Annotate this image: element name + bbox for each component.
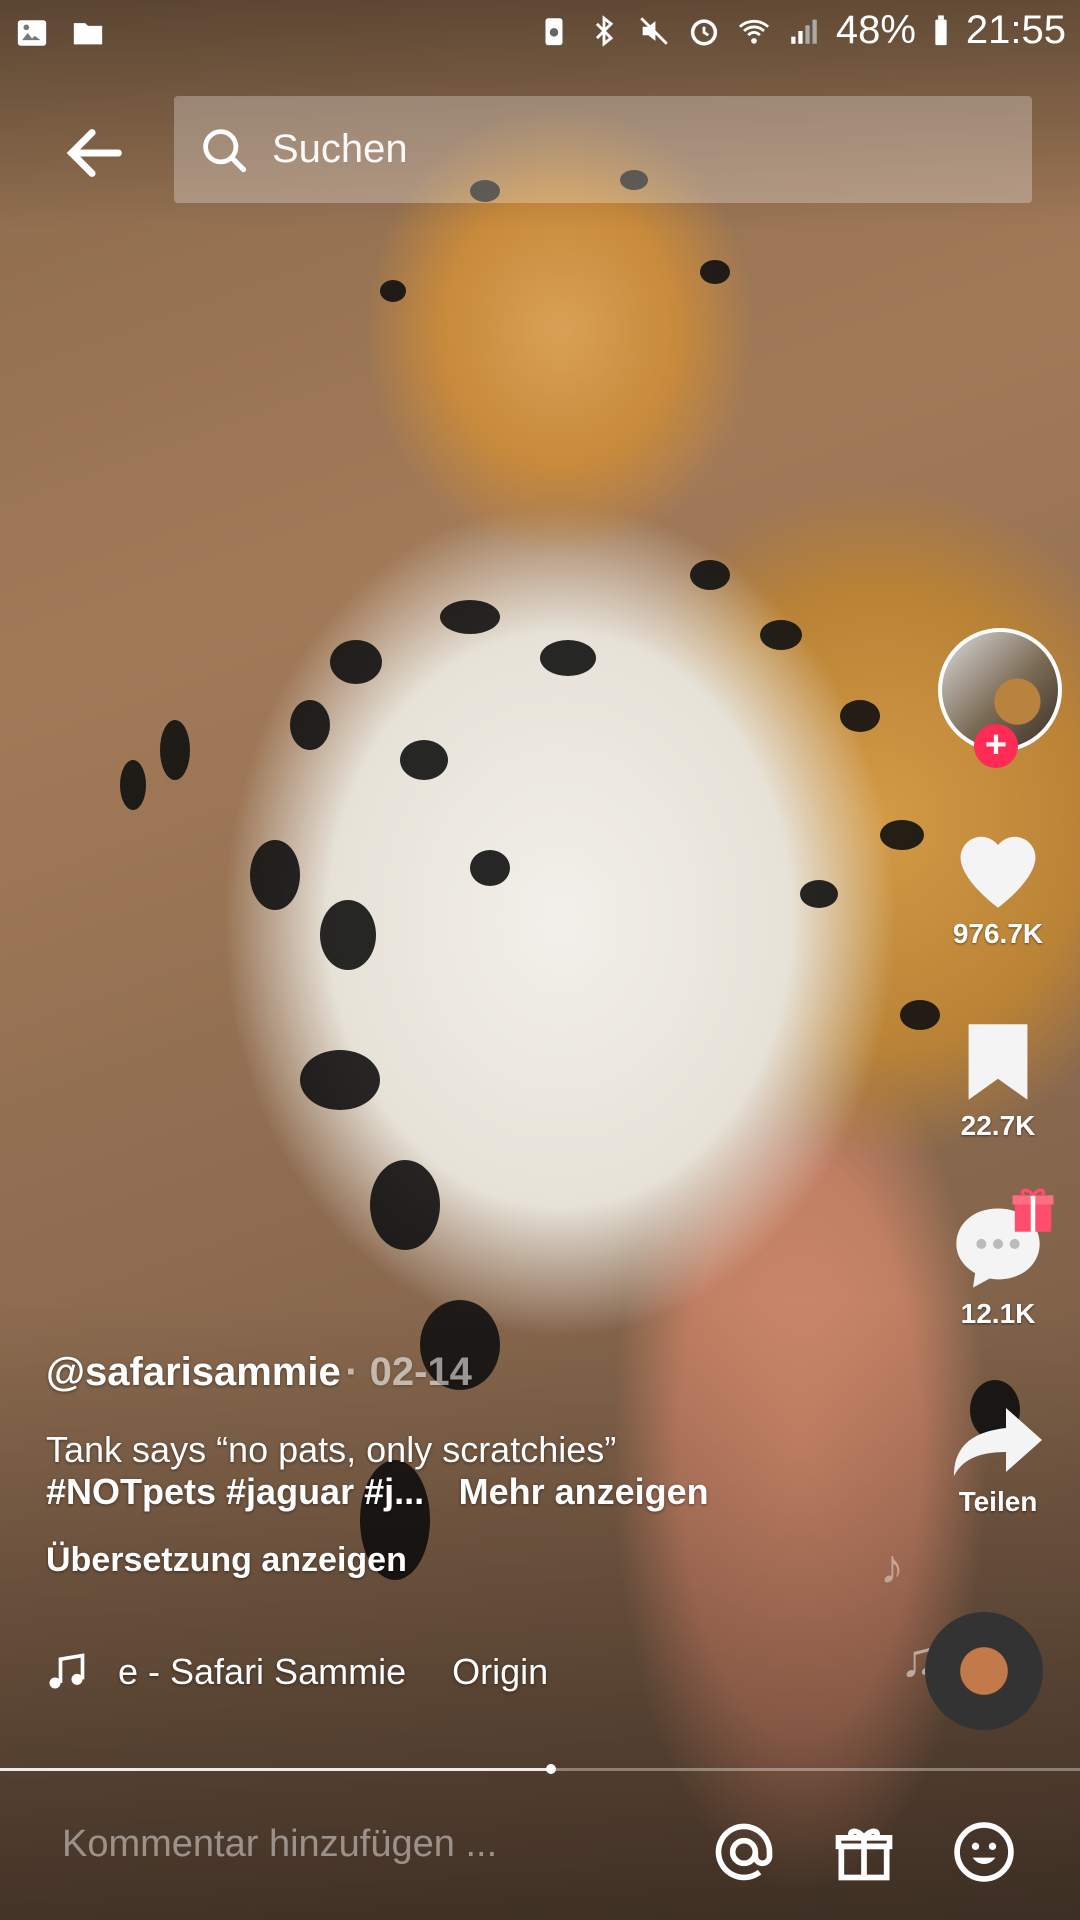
- music-ticker[interactable]: e - Safari Sammie Origin: [44, 1650, 548, 1694]
- folder-icon: [73, 23, 103, 45]
- mute-icon: [640, 16, 668, 45]
- gift-icon[interactable]: [830, 1818, 898, 1886]
- back-arrow-icon[interactable]: [60, 118, 130, 188]
- battery-icon: [935, 14, 947, 45]
- share-label: Teilen: [958, 1486, 1038, 1517]
- bluetooth-icon: [595, 14, 614, 47]
- like-button[interactable]: 976.7K: [930, 820, 1066, 950]
- post-hashtags[interactable]: #NOTpets #jaguar #j...: [46, 1471, 424, 1512]
- alarm-icon: [690, 18, 717, 46]
- battery-percent: 48%: [835, 8, 916, 52]
- signal-icon: [791, 19, 817, 44]
- comment-bar: [0, 1780, 1080, 1920]
- search-bar[interactable]: [174, 96, 1032, 203]
- show-translation-link[interactable]: Übersetzung anzeigen: [46, 1541, 826, 1580]
- music-note-icon: [49, 1653, 85, 1689]
- search-icon: [203, 128, 247, 172]
- comment-count: 12.1K: [960, 1298, 1036, 1329]
- share-arrow-icon: [954, 1408, 1042, 1476]
- image-icon: [17, 20, 47, 46]
- like-count: 976.7K: [952, 918, 1044, 949]
- post-description: Tank says “no pats, only scratchies”: [46, 1429, 617, 1470]
- follow-plus-button[interactable]: +: [974, 724, 1018, 768]
- playback-progress-bar[interactable]: [0, 1764, 1080, 1774]
- music-disc[interactable]: [925, 1612, 1043, 1730]
- creator-username[interactable]: @safarisammie: [46, 1350, 341, 1394]
- bookmark-button[interactable]: 22.7K: [930, 1020, 1066, 1142]
- share-button[interactable]: Teilen: [930, 1400, 1066, 1518]
- clock: 21:55: [965, 8, 1066, 52]
- video-screen[interactable]: 48% 21:55 + 976.7K 22.7K 12.1K Teilen @s…: [0, 0, 1080, 1920]
- search-input[interactable]: [270, 126, 974, 173]
- heart-icon: [960, 836, 1036, 908]
- playback-progress-handle[interactable]: [545, 1764, 556, 1774]
- bookmark-count: 22.7K: [960, 1110, 1036, 1141]
- post-caption: @safarisammie · 02-14 Tank says “no pats…: [46, 1350, 826, 1580]
- music-track-name: e - Safari Sammie: [118, 1651, 407, 1692]
- wifi-icon: [738, 19, 769, 44]
- gift-badge-icon[interactable]: [1010, 1184, 1056, 1234]
- floating-note-icon: ♪: [880, 1541, 904, 1594]
- show-more-link[interactable]: Mehr anzeigen: [459, 1471, 709, 1512]
- battery-saver-icon: [545, 17, 563, 45]
- mention-icon[interactable]: [710, 1818, 778, 1886]
- status-bar: 48% 21:55: [0, 0, 1080, 70]
- comment-input[interactable]: [60, 1822, 664, 1867]
- bookmark-icon: [968, 1024, 1028, 1100]
- playback-progress-fill: [0, 1768, 551, 1771]
- music-origin: Origin: [452, 1651, 549, 1692]
- post-date: · 02-14: [345, 1350, 472, 1394]
- emoji-icon[interactable]: [950, 1818, 1018, 1886]
